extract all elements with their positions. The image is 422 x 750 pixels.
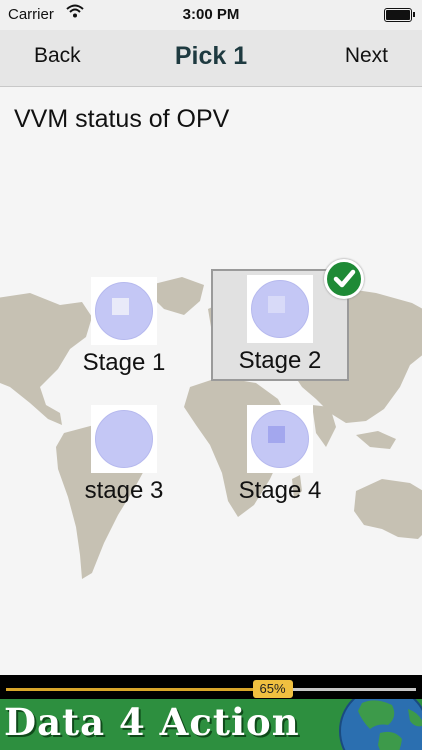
- progress-percent-badge: 65%: [252, 680, 293, 698]
- next-button[interactable]: Next: [345, 44, 388, 68]
- vvm-stage-1-image: [91, 277, 157, 345]
- globe-icon: [339, 699, 422, 750]
- question-text: VVM status of OPV: [14, 105, 230, 133]
- vvm-square: [268, 426, 285, 443]
- vvm-square: [268, 296, 285, 313]
- option-stage-3[interactable]: stage 3: [56, 401, 192, 511]
- brand-text: Data 4 Action: [4, 700, 300, 744]
- status-time: 3:00 PM: [182, 6, 240, 23]
- option-label: Stage 2: [238, 347, 322, 374]
- option-stage-4[interactable]: Stage 4: [212, 401, 348, 511]
- vvm-stage-4-image: [247, 405, 313, 473]
- vvm-circle: [95, 410, 153, 468]
- status-bar: Carrier 3:00 PM: [0, 0, 422, 30]
- ad-banner[interactable]: 65% Data 4 Action: [0, 675, 422, 750]
- option-label: Stage 4: [238, 477, 322, 504]
- vvm-square: [112, 298, 129, 315]
- navigation-bar: Back Pick 1 Next: [0, 30, 422, 87]
- brand-logo: Data 4 Action: [0, 699, 422, 750]
- battery-icon: [384, 8, 415, 22]
- vvm-stage-2-image: [247, 275, 313, 343]
- option-label: stage 3: [84, 477, 164, 504]
- checkmark-icon: [324, 259, 364, 299]
- question-content: VVM status of OPV Stage 1 Stage 2 stage …: [0, 87, 422, 675]
- option-label: Stage 1: [82, 349, 166, 376]
- vvm-stage-3-image: [91, 405, 157, 473]
- option-stage-1[interactable]: Stage 1: [56, 273, 192, 383]
- progress-fill: [6, 688, 273, 691]
